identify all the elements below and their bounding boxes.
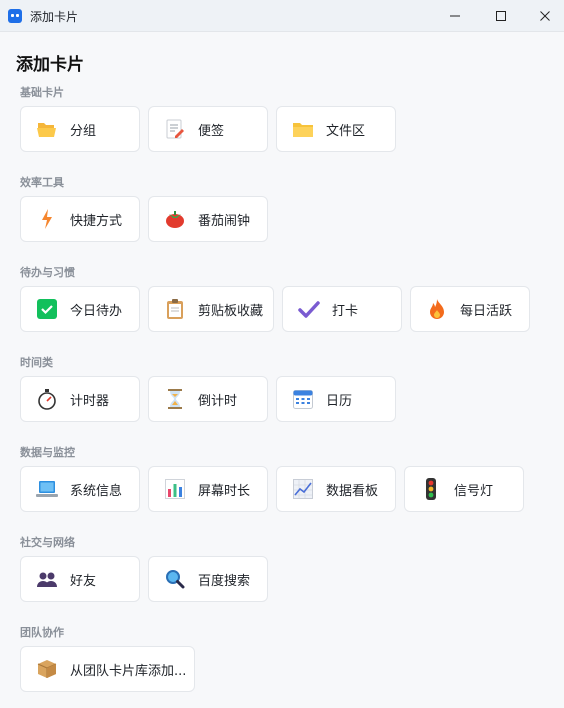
card-label: 分组	[70, 123, 97, 139]
card-clipboard[interactable]: 剪贴板收藏	[148, 286, 274, 332]
card-label: 倒计时	[198, 393, 238, 409]
card-label: 打卡	[332, 303, 359, 319]
fire-icon	[426, 298, 448, 320]
section-label-team: 团队协作	[20, 626, 64, 639]
people-icon	[36, 568, 58, 590]
section-label-social: 社交与网络	[20, 536, 75, 549]
folder-icon	[292, 118, 314, 140]
card-pomodoro[interactable]: 番茄闹钟	[148, 196, 268, 242]
close-button[interactable]	[522, 0, 564, 32]
page-title: 添加卡片	[16, 55, 84, 75]
card-label: 系统信息	[70, 483, 123, 499]
app-icon	[8, 9, 22, 23]
card-friends[interactable]: 好友	[20, 556, 140, 602]
minimize-icon	[450, 15, 460, 17]
card-team-library[interactable]: 从团队卡片库添加...	[20, 646, 195, 692]
card-label: 番茄闹钟	[198, 213, 251, 229]
card-dashboard[interactable]: 数据看板	[276, 466, 396, 512]
maximize-icon	[496, 11, 506, 21]
card-label: 剪贴板收藏	[198, 303, 264, 319]
magnifier-icon	[164, 568, 186, 590]
section-label-time: 时间类	[20, 356, 53, 369]
card-label: 便签	[198, 123, 225, 139]
card-label: 每日活跃	[460, 303, 513, 319]
card-group[interactable]: 分组	[20, 106, 140, 152]
section-label-productivity: 效率工具	[20, 176, 64, 189]
window-title: 添加卡片	[30, 10, 79, 24]
calendar-icon	[292, 388, 314, 410]
check-mark-icon	[298, 298, 320, 320]
package-icon	[36, 658, 58, 680]
card-countdown[interactable]: 倒计时	[148, 376, 268, 422]
card-label: 从团队卡片库添加...	[70, 663, 187, 679]
card-memo[interactable]: 便签	[148, 106, 268, 152]
card-label: 快捷方式	[70, 213, 123, 229]
card-traffic-light[interactable]: 信号灯	[404, 466, 524, 512]
minimize-button[interactable]	[432, 0, 478, 32]
card-system-info[interactable]: 系统信息	[20, 466, 140, 512]
card-file-area[interactable]: 文件区	[276, 106, 396, 152]
card-label: 今日待办	[70, 303, 123, 319]
card-baidu-search[interactable]: 百度搜索	[148, 556, 268, 602]
card-label: 文件区	[326, 123, 366, 139]
laptop-icon	[36, 478, 58, 500]
folder-open-icon	[36, 118, 58, 140]
card-label: 信号灯	[454, 483, 494, 499]
card-timer[interactable]: 计时器	[20, 376, 140, 422]
memo-icon	[164, 118, 186, 140]
section-label-todo: 待办与习惯	[20, 266, 75, 279]
hourglass-icon	[164, 388, 186, 410]
line-chart-icon	[292, 478, 314, 500]
card-shortcut[interactable]: 快捷方式	[20, 196, 140, 242]
tomato-icon	[164, 208, 186, 230]
lightning-icon	[36, 208, 58, 230]
card-label: 计时器	[70, 393, 110, 409]
section-label-data: 数据与监控	[20, 446, 75, 459]
check-box-icon	[36, 298, 58, 320]
close-icon	[540, 11, 550, 21]
card-label: 数据看板	[326, 483, 379, 499]
maximize-button[interactable]	[478, 0, 524, 32]
stopwatch-icon	[36, 388, 58, 410]
card-check-in[interactable]: 打卡	[282, 286, 402, 332]
section-label-basic: 基础卡片	[20, 86, 64, 99]
card-screen-time[interactable]: 屏幕时长	[148, 466, 268, 512]
card-label: 屏幕时长	[198, 483, 251, 499]
card-daily-active[interactable]: 每日活跃	[410, 286, 530, 332]
bar-chart-icon	[164, 478, 186, 500]
card-label: 百度搜索	[198, 573, 251, 589]
clipboard-icon	[164, 298, 186, 320]
card-label: 好友	[70, 573, 97, 589]
card-label: 日历	[326, 393, 353, 409]
title-bar: 添加卡片	[0, 0, 564, 32]
card-calendar[interactable]: 日历	[276, 376, 396, 422]
traffic-light-icon	[420, 478, 442, 500]
card-today-todo[interactable]: 今日待办	[20, 286, 140, 332]
